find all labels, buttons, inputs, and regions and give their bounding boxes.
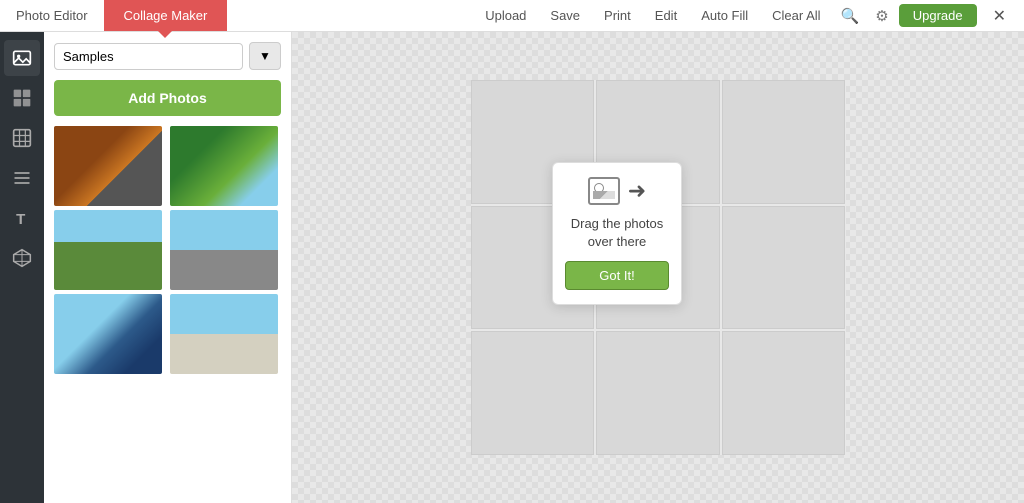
main-layout: T Samples ▼ Add Photos xyxy=(0,32,1024,503)
svg-text:T: T xyxy=(16,211,25,228)
photo-panel: Samples ▼ Add Photos xyxy=(44,32,292,503)
sidebar-item-image[interactable] xyxy=(4,40,40,76)
tooltip-message: Drag the photos over there xyxy=(565,215,669,251)
collage-cell-3[interactable] xyxy=(722,80,846,204)
dropdown-arrow[interactable]: ▼ xyxy=(249,42,281,70)
image-placeholder-icon xyxy=(588,177,620,205)
search-button[interactable]: 🔍 xyxy=(835,5,866,27)
samples-select[interactable]: Samples xyxy=(54,43,243,70)
top-nav: Upload Save Print Edit Auto Fill Clear A… xyxy=(465,4,1024,28)
save-button[interactable]: Save xyxy=(540,4,590,27)
collage-cell-6[interactable] xyxy=(722,206,846,330)
tooltip-icons: ➜ xyxy=(588,177,646,205)
sidebar-item-list[interactable] xyxy=(4,160,40,196)
photo-thumb-6[interactable] xyxy=(170,294,278,374)
collage-cell-9[interactable] xyxy=(722,331,846,455)
photo-thumb-4[interactable] xyxy=(170,210,278,290)
photo-thumb-5[interactable] xyxy=(54,294,162,374)
tooltip-popup: ➜ Drag the photos over there Got It! xyxy=(552,162,682,305)
sidebar-icons: T xyxy=(0,32,44,503)
dropdown-row: Samples ▼ xyxy=(54,42,281,70)
print-button[interactable]: Print xyxy=(594,4,641,27)
canvas-area: ➜ Drag the photos over there Got It! xyxy=(292,32,1024,503)
upgrade-button[interactable]: Upgrade xyxy=(899,4,977,27)
photo-thumb-1[interactable] xyxy=(54,126,162,206)
got-it-button[interactable]: Got It! xyxy=(565,261,669,290)
photo-grid xyxy=(54,126,281,374)
collage-cell-8[interactable] xyxy=(596,331,720,455)
collage-cell-7[interactable] xyxy=(471,331,595,455)
clear-all-button[interactable]: Clear All xyxy=(762,4,830,27)
arrow-icon: ➜ xyxy=(628,178,646,204)
sidebar-item-table[interactable] xyxy=(4,120,40,156)
photo-thumb-3[interactable] xyxy=(54,210,162,290)
sidebar-item-text[interactable]: T xyxy=(4,200,40,236)
close-button[interactable]: ✕ xyxy=(985,4,1014,28)
upload-button[interactable]: Upload xyxy=(475,4,536,27)
top-bar: Photo Editor Collage Maker Upload Save P… xyxy=(0,0,1024,32)
sidebar-item-grid[interactable] xyxy=(4,80,40,116)
sidebar-item-3d[interactable] xyxy=(4,240,40,276)
photo-thumb-2[interactable] xyxy=(170,126,278,206)
settings-button[interactable]: ⚙ xyxy=(869,5,894,27)
tab-photo-editor[interactable]: Photo Editor xyxy=(0,0,104,31)
add-photos-button[interactable]: Add Photos xyxy=(54,80,281,116)
tab-collage-maker[interactable]: Collage Maker xyxy=(104,0,228,31)
edit-button[interactable]: Edit xyxy=(645,4,687,27)
auto-fill-button[interactable]: Auto Fill xyxy=(691,4,758,27)
